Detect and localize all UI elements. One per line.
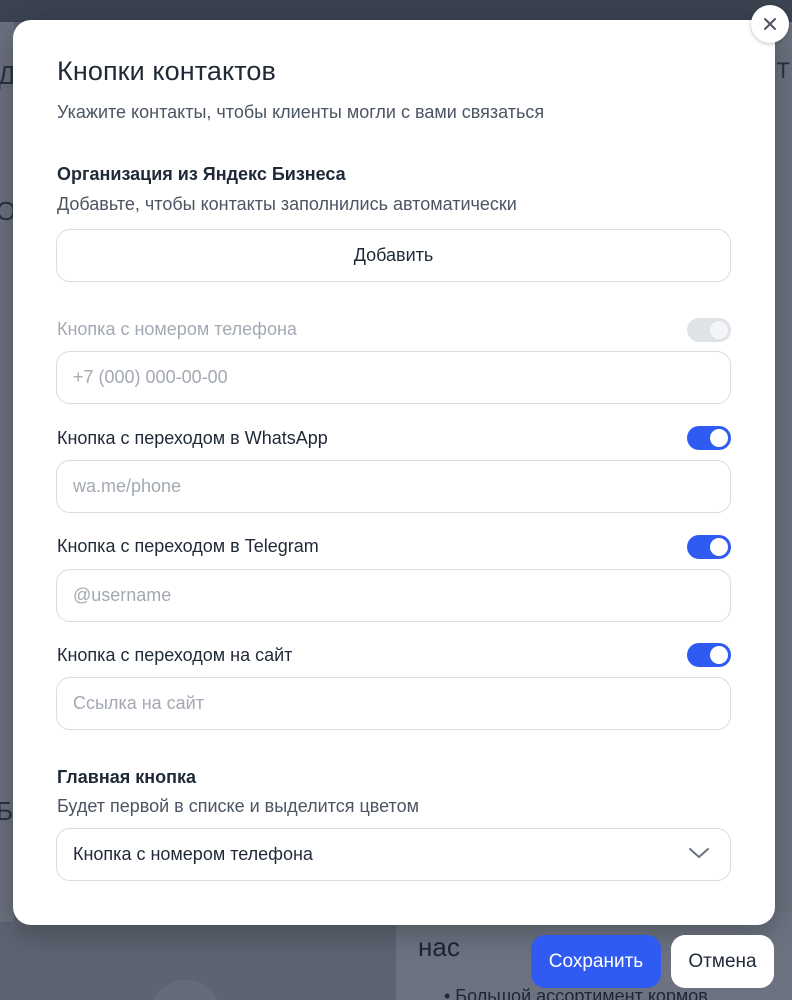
phone-button-label: Кнопка с номером телефона <box>57 319 297 339</box>
whatsapp-button-label: Кнопка с переходом в WhatsApp <box>57 428 328 448</box>
organization-section-description: Добавьте, чтобы контакты заполнились авт… <box>57 194 517 214</box>
telegram-input[interactable] <box>56 569 731 622</box>
background-right-strip <box>774 22 792 922</box>
whatsapp-button-toggle[interactable] <box>687 426 731 450</box>
toggle-knob <box>710 321 728 339</box>
phone-button-toggle[interactable] <box>687 318 731 342</box>
main-button-section-title: Главная кнопка <box>57 767 196 787</box>
close-icon <box>764 18 776 30</box>
background-fragment: Т <box>776 58 790 83</box>
dialog-title: Кнопки контактов <box>57 56 276 86</box>
add-organization-button[interactable]: Добавить <box>56 229 731 282</box>
main-button-selected-value: Кнопка с номером телефона <box>73 844 313 864</box>
background-bullet: • Большой ассортимент кормов <box>444 986 708 1000</box>
background-fragment: Б <box>0 796 14 826</box>
whatsapp-input[interactable] <box>56 460 731 513</box>
save-button[interactable]: Сохранить <box>531 935 661 988</box>
toggle-knob <box>710 538 728 556</box>
website-input[interactable] <box>56 677 731 730</box>
toggle-knob <box>710 429 728 447</box>
website-button-label: Кнопка с переходом на сайт <box>57 645 293 665</box>
organization-section-title: Организация из Яндекс Бизнеса <box>57 164 346 184</box>
chevron-down-icon <box>689 848 709 858</box>
contact-buttons-dialog: Кнопки контактов Укажите контакты, чтобы… <box>13 20 775 925</box>
background-left-panel <box>0 22 14 922</box>
website-button-toggle[interactable] <box>687 643 731 667</box>
main-button-select[interactable]: Кнопка с номером телефона <box>56 828 731 881</box>
close-button[interactable] <box>751 5 789 43</box>
background-heading: нас <box>418 932 460 962</box>
background-topbar <box>0 0 792 22</box>
telegram-button-toggle[interactable] <box>687 535 731 559</box>
phone-input[interactable] <box>56 351 731 404</box>
main-button-section-description: Будет первой в списке и выделится цветом <box>57 796 419 816</box>
toggle-knob <box>710 646 728 664</box>
cancel-button[interactable]: Отмена <box>671 935 774 988</box>
dialog-subtitle: Укажите контакты, чтобы клиенты могли с … <box>57 102 545 122</box>
telegram-button-label: Кнопка с переходом в Telegram <box>57 536 319 556</box>
background-avatar <box>150 980 220 1000</box>
